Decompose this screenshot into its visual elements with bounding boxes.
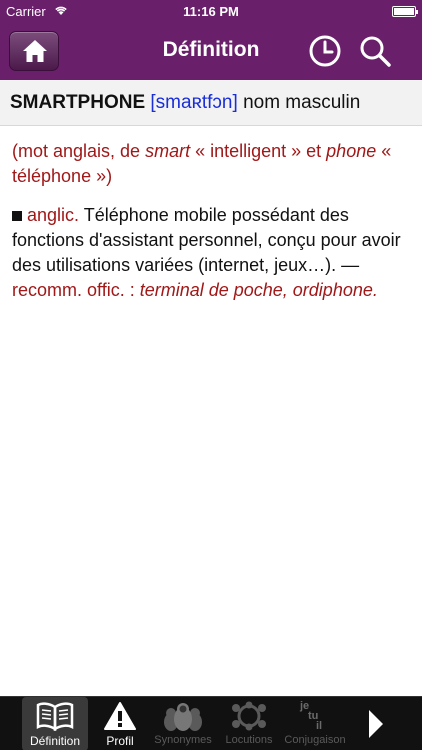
definition-paragraph: anglic. Téléphone mobile possédant des f… [12, 203, 410, 303]
etymology-word: phone [326, 141, 377, 161]
next-tabs-button[interactable] [356, 697, 396, 750]
official-term-text: terminal de poche, ordiphone. [139, 280, 378, 300]
warning-icon [104, 702, 136, 730]
tab-label: Profil [106, 734, 134, 748]
headword: SMARTPHONE [10, 92, 146, 113]
etymology-text: (mot anglais, de [12, 141, 146, 161]
battery-icon [392, 6, 418, 17]
nav-bar: Définition [0, 22, 422, 80]
tab-definition[interactable]: Définition [22, 697, 88, 750]
next-arrow-icon [369, 710, 383, 738]
tab-label: Synonymes [154, 734, 212, 746]
grammatical-category: nom masculin [243, 92, 361, 113]
search-icon[interactable] [357, 33, 393, 69]
tab-label: Définition [29, 734, 81, 748]
tab-label: Conjugaison [284, 734, 346, 746]
conjugation-icon-text: il [316, 720, 323, 732]
tab-label: Locutions [225, 734, 273, 746]
square-bullet-icon [12, 211, 22, 221]
nesting-dolls-icon [164, 703, 202, 731]
official-term: terminal de poche, ordiphone. [140, 280, 378, 300]
definition-content: (mot anglais, de smart « intelligent » e… [0, 127, 422, 697]
recommendation-label: recomm. offic. : [12, 280, 140, 300]
people-circle-icon [232, 701, 266, 731]
tab-profil[interactable]: Profil [96, 697, 144, 750]
conjugation-icon: je tu il [298, 701, 332, 733]
clock-time: 11:16 PM [183, 4, 239, 19]
tab-conjugaison[interactable]: je tu il Conjugaison [280, 697, 350, 750]
status-bar: Carrier 11:16 PM [0, 0, 422, 22]
clock-icon[interactable] [307, 33, 343, 69]
pronunciation: [smaʀtfɔn] [150, 92, 238, 113]
etymology-text: « intelligent » et [190, 141, 327, 161]
headword-bar: SMARTPHONE [smaʀtfɔn] nom masculin [0, 80, 422, 126]
tab-synonymes[interactable]: Synonymes [148, 697, 218, 750]
tab-bar: Définition Profil Synonymes Locutions je… [0, 696, 422, 750]
usage-domain: anglic. [27, 205, 80, 225]
etymology-word: smart [145, 141, 191, 161]
etymology: (mot anglais, de smart « intelligent » e… [12, 139, 410, 189]
tab-locutions[interactable]: Locutions [218, 697, 280, 750]
book-icon [36, 702, 74, 731]
